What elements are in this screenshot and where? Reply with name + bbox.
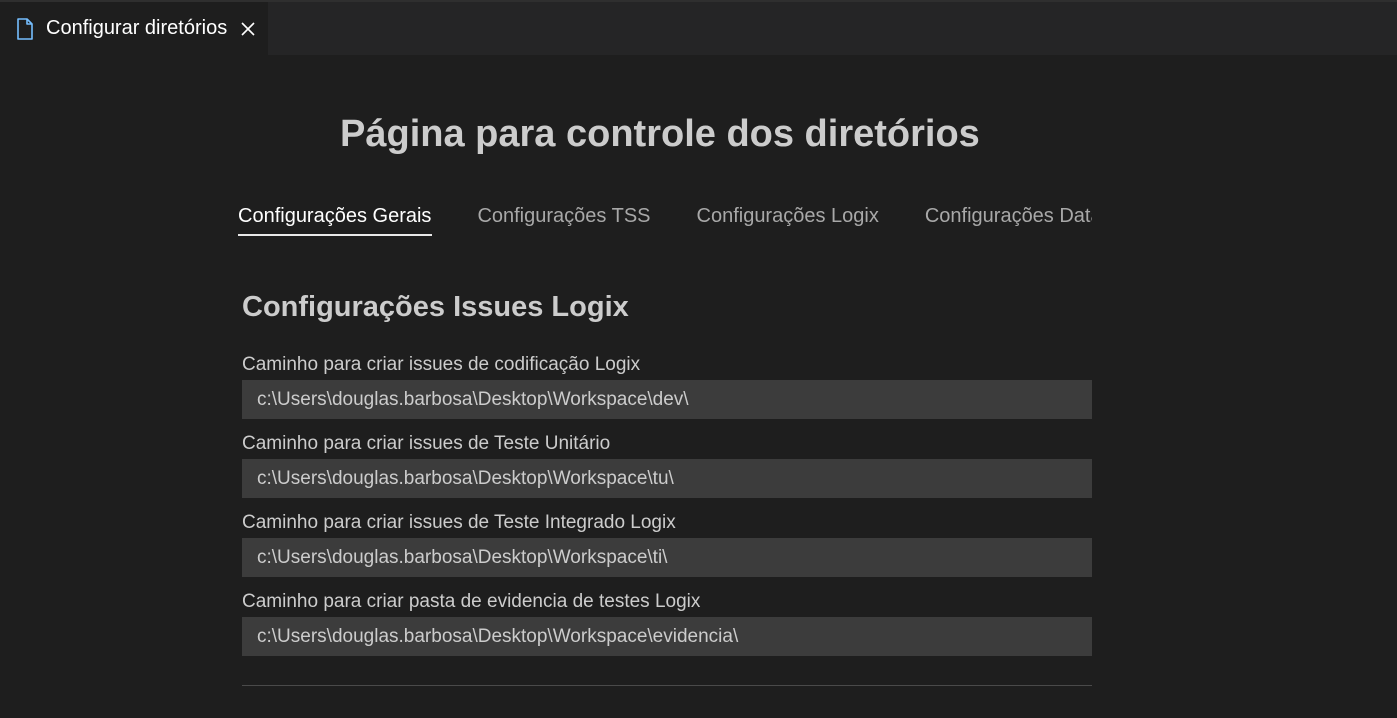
path-input-codificacao[interactable] bbox=[242, 380, 1092, 419]
field-label: Caminho para criar issues de codificação… bbox=[242, 354, 641, 375]
page-title: Página para controle dos diretórios bbox=[340, 113, 980, 155]
field-codificacao: Caminho para criar issues de codificação… bbox=[242, 354, 1092, 419]
section-title: Configurações Issues Logix bbox=[242, 291, 629, 323]
tab-configuracoes-logix[interactable]: Configurações Logix bbox=[697, 205, 879, 238]
issues-logix-section: Configurações Issues Logix Caminho para … bbox=[242, 291, 1092, 670]
field-teste-integrado: Caminho para criar issues de Teste Integ… bbox=[242, 512, 1092, 577]
tab-configuracoes-gerais[interactable]: Configurações Gerais bbox=[238, 205, 433, 238]
field-label: Caminho para criar pasta de evidencia de… bbox=[242, 591, 701, 612]
field-teste-unitario: Caminho para criar issues de Teste Unitá… bbox=[242, 433, 1092, 498]
settings-tabs: Configurações Gerais Configurações TSS Con… bbox=[238, 205, 1092, 249]
webview-content: Página para controle dos diretórios Conf… bbox=[0, 55, 1397, 718]
path-input-evidencia[interactable] bbox=[242, 617, 1092, 656]
editor-tab-bar: Configurar diretórios bbox=[0, 0, 1397, 55]
tab-configuracoes-tss[interactable]: Configurações TSS bbox=[477, 205, 650, 238]
close-icon[interactable] bbox=[239, 20, 257, 38]
tab-configuracoes-datasul[interactable]: Configurações Datasul bbox=[925, 205, 1092, 238]
divider bbox=[242, 685, 1092, 686]
editor-tab-configurar-diretorios[interactable]: Configurar diretórios bbox=[0, 2, 268, 55]
field-label: Caminho para criar issues de Teste Integ… bbox=[242, 512, 676, 533]
file-icon bbox=[16, 17, 34, 40]
field-label: Caminho para criar issues de Teste Unitá… bbox=[242, 433, 611, 454]
path-input-teste-unitario[interactable] bbox=[242, 459, 1092, 498]
field-evidencia: Caminho para criar pasta de evidencia de… bbox=[242, 591, 1092, 656]
editor-tab-label: Configurar diretórios bbox=[46, 17, 228, 39]
path-input-teste-integrado[interactable] bbox=[242, 538, 1092, 577]
